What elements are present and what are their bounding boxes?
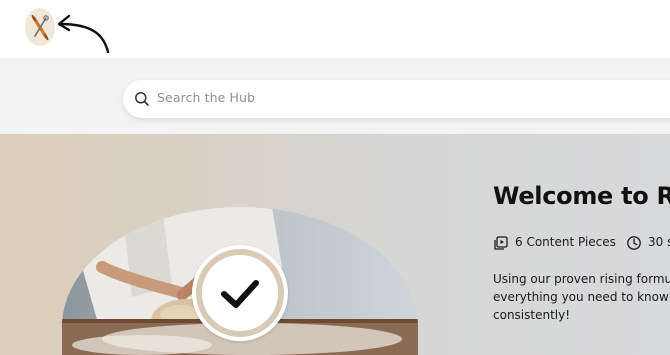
description-line: everything you need to know ab — [493, 290, 670, 304]
check-badge — [192, 245, 288, 341]
rolling-pin-logo-icon[interactable] — [25, 8, 55, 46]
top-header — [0, 0, 670, 58]
duration-label: 30 s — [648, 235, 670, 249]
content-count-label: 6 Content Pieces — [515, 235, 616, 249]
search-input[interactable]: Search the Hub — [123, 80, 670, 118]
curved-arrow-icon — [57, 14, 110, 54]
description-line: Using our proven rising formula, — [493, 272, 670, 286]
hero-description: Using our proven rising formula, everyth… — [493, 270, 670, 324]
video-playlist-icon — [494, 236, 508, 250]
page-title: Welcome to Ri — [493, 182, 670, 210]
search-placeholder: Search the Hub — [157, 90, 256, 105]
search-band: Search the Hub — [0, 58, 670, 134]
search-icon — [135, 92, 149, 106]
clock-icon — [627, 236, 641, 250]
duration: 30 s — [626, 234, 670, 252]
checkmark-icon — [196, 249, 284, 337]
content-count: 6 Content Pieces — [493, 234, 623, 252]
description-line: consistently! — [493, 308, 571, 322]
